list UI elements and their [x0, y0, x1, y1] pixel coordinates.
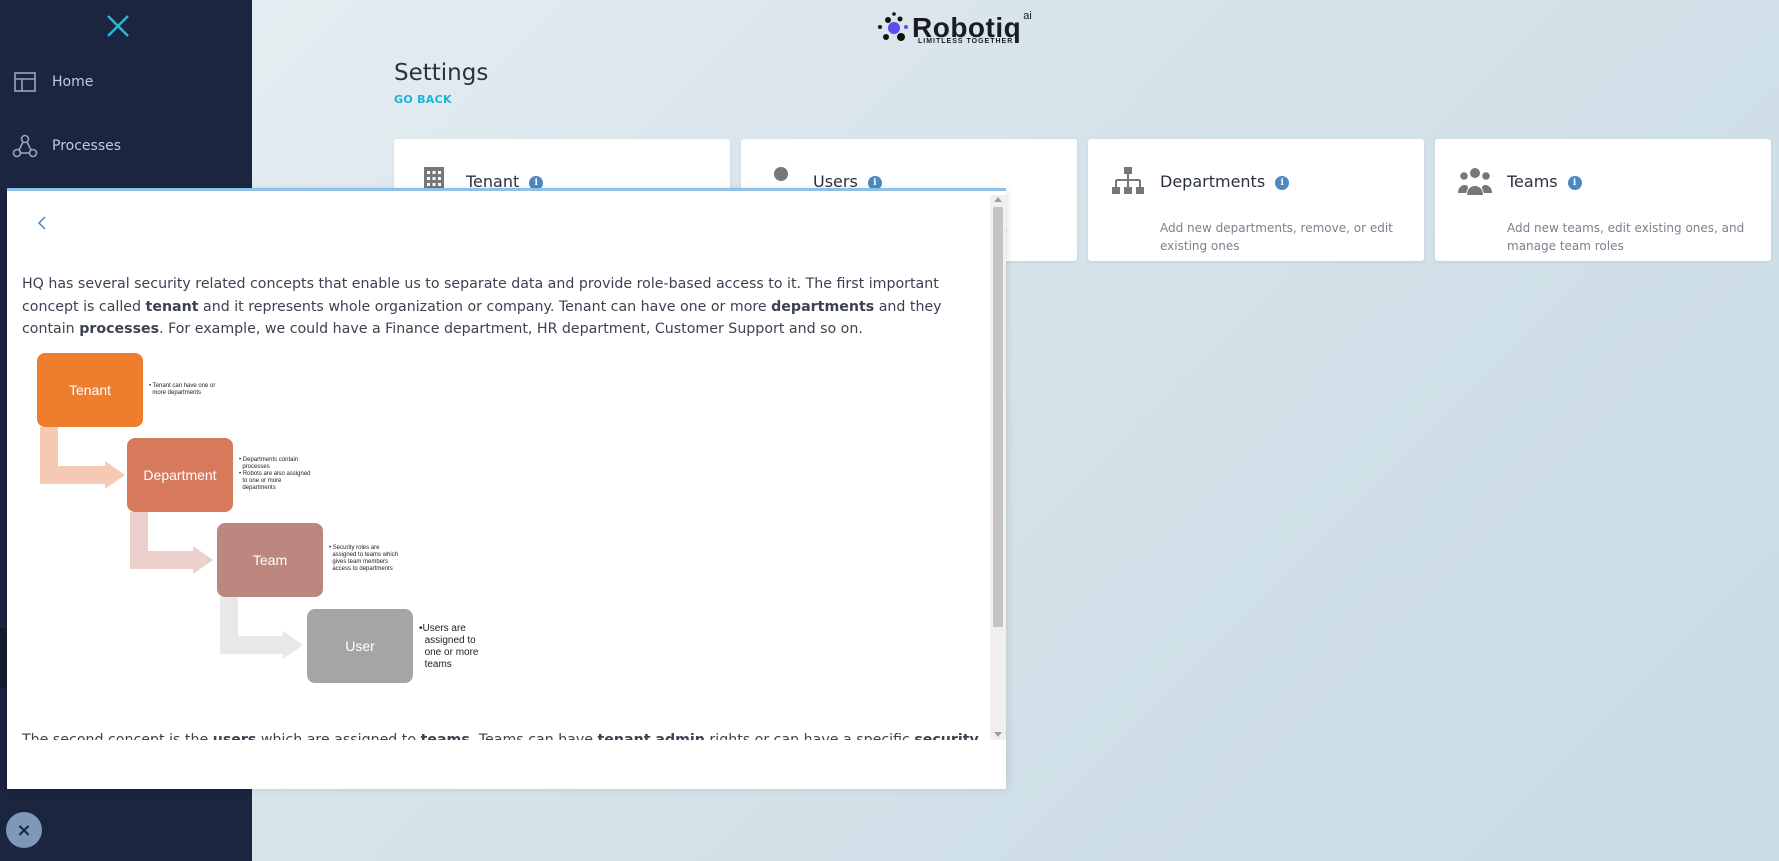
modal-footer — [7, 740, 1006, 789]
modal-content: HQ has several security related concepts… — [22, 273, 982, 740]
layout-icon — [12, 69, 38, 95]
org-chart-icon — [1112, 167, 1144, 194]
diagram-box-department: Department — [127, 438, 233, 512]
sidebar-item-home[interactable]: Home — [12, 66, 93, 98]
diagram-note-tenant: • Tenant can have one or more department… — [149, 383, 216, 396]
logo-tagline: LIMITLESS TOGETHER — [918, 38, 1014, 45]
diagram-box-team: Team — [217, 523, 323, 597]
diagram-note-department: • Departments contain processes • Robots … — [239, 457, 311, 491]
modal-scrollbar[interactable] — [990, 195, 1006, 740]
card-title: Departments i — [1160, 172, 1290, 191]
card-title: Teams i — [1507, 172, 1582, 191]
info-icon[interactable]: i — [1567, 175, 1582, 190]
info-modal: HQ has several security related concepts… — [7, 188, 1006, 789]
hierarchy-diagram: Tenant Department Team User • Tenant can… — [37, 353, 497, 693]
scroll-up-icon[interactable] — [994, 197, 1002, 202]
diagram-box-user: User — [307, 609, 413, 683]
go-back-link[interactable]: GO BACK — [394, 93, 452, 106]
network-icon — [12, 133, 38, 159]
team-icon — [1458, 168, 1492, 195]
card-description: Add new departments, remove, or edit exi… — [1160, 221, 1393, 253]
app-logo: Robotiq ai LIMITLESS TOGETHER — [876, 10, 1032, 46]
diagram-note-team: • Security roles are assigned to teams w… — [329, 545, 399, 572]
logo-mark-icon — [878, 12, 908, 41]
sidebar-item-label: Home — [52, 74, 94, 90]
scrollbar-thumb[interactable] — [993, 207, 1003, 627]
card-departments[interactable]: Departments i Add new departments, remove… — [1088, 139, 1424, 261]
second-paragraph: The second concept is the users which ar… — [22, 732, 982, 740]
card-teams[interactable]: Teams i Add new teams, edit existing ones… — [1435, 139, 1771, 261]
sidebar-item-label: Processes — [52, 138, 122, 154]
info-icon[interactable]: i — [1275, 175, 1290, 190]
chevron-left-icon[interactable] — [35, 215, 49, 231]
close-icon[interactable] — [104, 12, 132, 40]
page-title: Settings — [394, 60, 489, 86]
diagram-note-user: •Users are assigned to one or more teams — [419, 623, 479, 670]
close-button[interactable]: × — [6, 812, 42, 848]
logo-sup: ai — [1023, 10, 1032, 22]
intro-paragraph: HQ has several security related concepts… — [22, 276, 942, 337]
card-description: Add new teams, edit existing ones, and m… — [1507, 221, 1745, 253]
scroll-down-icon[interactable] — [994, 732, 1002, 737]
diagram-box-tenant: Tenant — [37, 353, 143, 427]
sidebar-item-processes[interactable]: Processes — [12, 130, 121, 162]
